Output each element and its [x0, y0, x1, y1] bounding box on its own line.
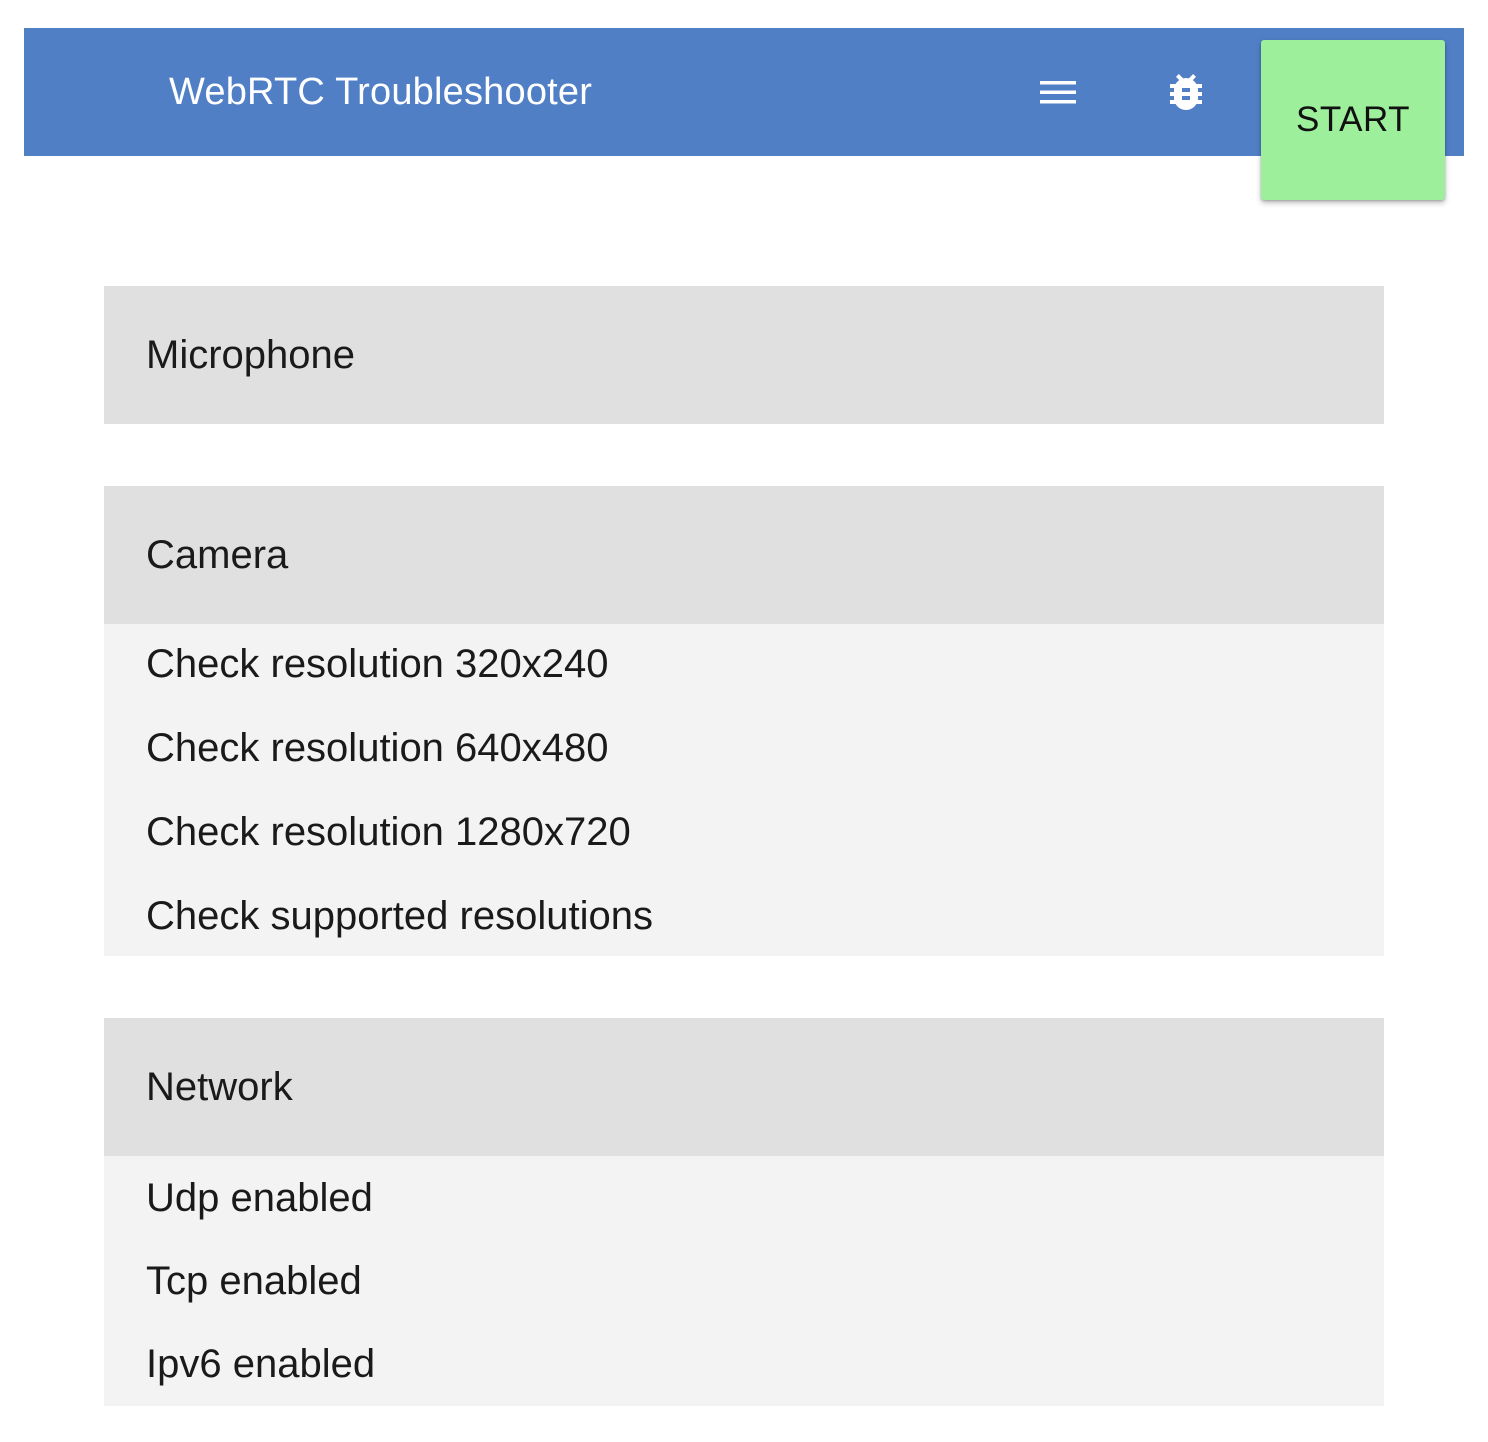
network-test-list: Udp enabled Tcp enabled Ipv6 enabled: [104, 1156, 1384, 1406]
suite-header-camera[interactable]: Camera: [104, 486, 1384, 624]
suite-camera: Camera Check resolution 320x240 Check re…: [104, 486, 1384, 956]
test-item-udp-enabled[interactable]: Udp enabled: [146, 1174, 1384, 1257]
test-item-resolution-640x480[interactable]: Check resolution 640x480: [146, 724, 1384, 808]
debug-button[interactable]: [1162, 68, 1210, 116]
suite-header-network[interactable]: Network: [104, 1018, 1384, 1156]
app-toolbar: WebRTC Troubleshooter START: [24, 28, 1464, 200]
test-item-resolution-320x240[interactable]: Check resolution 320x240: [146, 640, 1384, 724]
app-title: WebRTC Troubleshooter: [169, 71, 593, 113]
hamburger-menu-icon: [1040, 81, 1076, 104]
test-item-supported-resolutions[interactable]: Check supported resolutions: [146, 892, 1384, 976]
bug-icon: [1170, 74, 1202, 110]
test-item-tcp-enabled[interactable]: Tcp enabled: [146, 1257, 1384, 1340]
test-item-resolution-1280x720[interactable]: Check resolution 1280x720: [146, 808, 1384, 892]
suite-microphone: Microphone: [104, 286, 1384, 424]
start-button[interactable]: START: [1261, 40, 1445, 200]
suite-header-microphone[interactable]: Microphone: [104, 286, 1384, 424]
menu-button[interactable]: [1032, 68, 1084, 116]
camera-test-list: Check resolution 320x240 Check resolutio…: [104, 624, 1384, 956]
test-item-ipv6-enabled[interactable]: Ipv6 enabled: [146, 1340, 1384, 1423]
suite-network: Network Udp enabled Tcp enabled Ipv6 ena…: [104, 1018, 1384, 1406]
